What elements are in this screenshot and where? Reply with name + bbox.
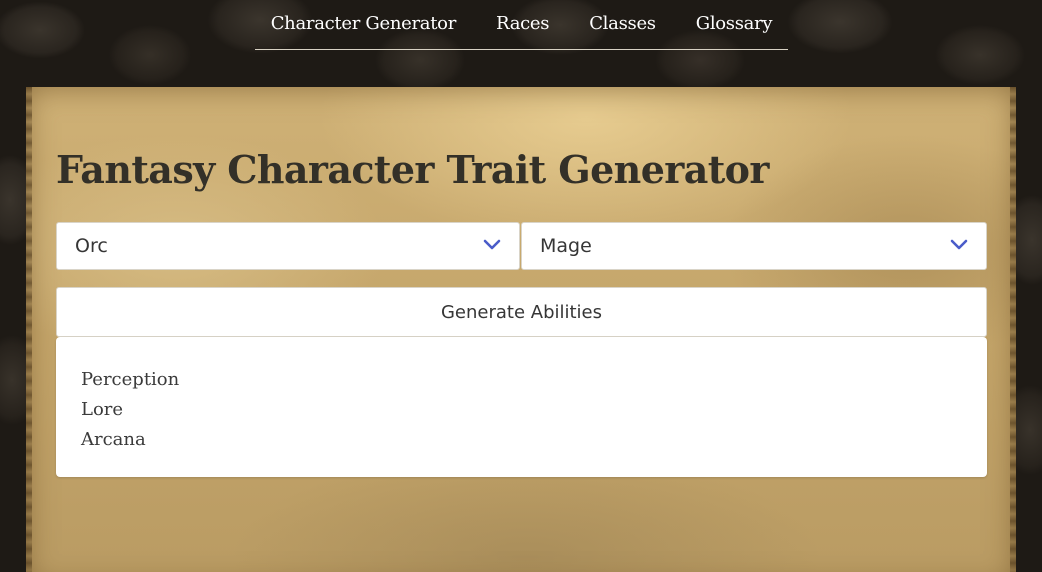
- page-title: Fantasy Character Trait Generator: [56, 147, 769, 192]
- class-select[interactable]: Mage: [521, 222, 987, 270]
- chevron-down-icon: [483, 239, 501, 250]
- generate-abilities-button[interactable]: Generate Abilities: [56, 287, 987, 337]
- abilities-list: Perception Lore Arcana: [81, 365, 962, 455]
- nav-classes[interactable]: Classes: [569, 0, 676, 48]
- chevron-down-icon: [950, 239, 968, 250]
- abilities-results-card: Perception Lore Arcana: [56, 337, 987, 477]
- list-item: Perception: [81, 369, 180, 390]
- race-select-value: Orc: [75, 235, 108, 257]
- race-select[interactable]: Orc: [56, 222, 520, 270]
- nav-character-generator[interactable]: Character Generator: [251, 0, 476, 48]
- nav-glossary[interactable]: Glossary: [676, 0, 793, 48]
- parchment-panel: Fantasy Character Trait Generator Orc Ma…: [26, 87, 1016, 572]
- list-item: Lore: [81, 399, 124, 420]
- nav-races[interactable]: Races: [476, 0, 569, 48]
- class-select-value: Mage: [540, 235, 592, 257]
- list-item: Arcana: [81, 429, 146, 450]
- top-nav: Character Generator Races Classes Glossa…: [255, 0, 788, 50]
